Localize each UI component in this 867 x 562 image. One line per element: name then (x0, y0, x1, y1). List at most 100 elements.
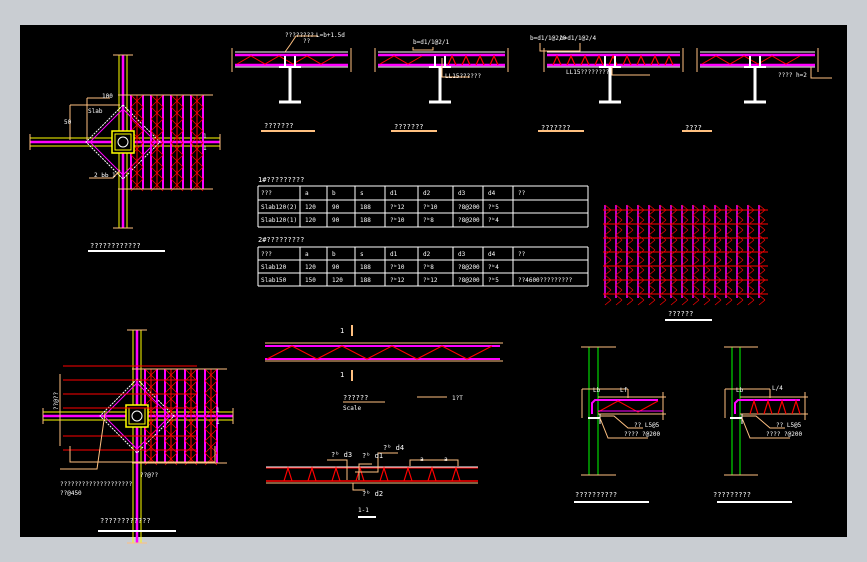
elevation-subtitle: Scale (343, 405, 361, 412)
detail-note: b=d1/1@2/1 (413, 39, 450, 46)
table-cell: 90 (332, 204, 340, 211)
table-header: a (305, 251, 309, 258)
section-mark: 1 (203, 145, 207, 152)
section-title: 1-1 (358, 507, 369, 514)
table-cell: 90 (332, 217, 340, 224)
table-cell: ?ᵇ5 (488, 204, 499, 211)
rebar-label-d2: ?ᵇ d2 (362, 490, 383, 498)
rebar-label-d3: ?ᵇ d3 (331, 451, 352, 459)
detail-title: ??????? (264, 122, 294, 130)
table-cell: ?ᵇ10 (423, 204, 438, 211)
section-mark: 1 (216, 407, 220, 414)
table-header: d1 (390, 190, 398, 197)
plan-note: ???????????????????? (60, 481, 133, 488)
dimension-text: Lb (593, 387, 601, 394)
cad-drawing: ???????? L=b+1.5d ?? ??????? b=d1/1@2/1 … (0, 0, 867, 562)
table-header: s (360, 251, 364, 258)
table-cell: ?ᵇ5 (488, 277, 499, 284)
detail-note: ???? h=2 (778, 72, 807, 79)
table-header: b (332, 251, 336, 258)
section-mark: 1 (340, 371, 344, 379)
table-cell: Slab120(1) (261, 217, 297, 224)
dimension-text: ??@?? (140, 472, 158, 479)
table-cell: ?ᵇ12 (390, 204, 405, 211)
dimension-text: 100 (102, 93, 113, 100)
dimension-text: Lf (620, 387, 628, 394)
table-header: ??? (261, 251, 272, 258)
table-header: b (332, 190, 336, 197)
table-cell: 120 (305, 204, 316, 211)
plan-title: ???????????? (100, 517, 151, 525)
detail-note: LL15???????? (566, 69, 610, 76)
plan-note: ??@450 (60, 490, 82, 497)
elevation-title: ?????? (343, 394, 368, 402)
table-cell: 120 (305, 264, 316, 271)
table-header: d4 (488, 251, 496, 258)
table-cell: 188 (360, 277, 371, 284)
detail-note: ???? ?@200 (624, 431, 661, 438)
detail-title: ??????? (394, 123, 424, 131)
table-cell: ?ᵇ4 (488, 217, 499, 224)
table-cell: Slab120(2) (261, 204, 297, 211)
table-header: d1 (390, 251, 398, 258)
table-cell: 150 (305, 277, 316, 284)
truss-grid-title: ?????? (668, 310, 693, 318)
table-cell: Slab120 (261, 264, 287, 271)
legend-text: 1?T (452, 395, 463, 402)
detail-note: ???? ?@200 (766, 431, 803, 438)
table-cell: ?8@200 (458, 204, 480, 211)
table-cell: ?8@200 (458, 264, 480, 271)
table-cell: 120 (305, 217, 316, 224)
table-header: ??? (261, 190, 272, 197)
detail-note: ?? L5@5 (634, 422, 660, 429)
slab-label: Slab (88, 108, 103, 115)
table-cell: ?ᵇ10 (390, 217, 405, 224)
section-mark: 1 (203, 133, 207, 140)
table-cell: 120 (332, 277, 343, 284)
table-title: 1#????????? (258, 176, 304, 184)
table-cell: ??4600????????? (518, 277, 573, 284)
table-cell: 188 (360, 204, 371, 211)
table-header: d2 (423, 190, 431, 197)
table-cell: 90 (332, 264, 340, 271)
table-title: 2#????????? (258, 236, 304, 244)
bar-label: 2 ЬЬ 1 (94, 172, 116, 179)
dimension-text: a (444, 456, 448, 463)
table-header: d3 (458, 251, 466, 258)
table-cell: ?8@200 (458, 217, 480, 224)
detail-title: ?????????? (575, 491, 617, 499)
detail-note: b=d1/1@2/4 (560, 35, 597, 42)
dimension-text: L/4 (772, 385, 783, 392)
table-cell: ?ᵇ12 (423, 277, 438, 284)
table-cell: ?8@200 (458, 277, 480, 284)
table-cell: 188 (360, 264, 371, 271)
table-cell: 188 (360, 217, 371, 224)
detail-note: LL15?????? (445, 73, 482, 80)
detail-note: ?? L5@5 (776, 422, 802, 429)
table-cell: ?ᵇ8 (423, 217, 434, 224)
dimension-text: ??@?? (53, 392, 60, 410)
rebar-label-d1: ?ᵇ d1 (362, 452, 383, 460)
plan-title: ???????????? (90, 242, 141, 250)
table-header: s (360, 190, 364, 197)
dimension-text: a (420, 456, 424, 463)
detail-note: L=b+1.5d (316, 32, 345, 39)
section-mark: 1 (340, 327, 344, 335)
table-header: ?? (518, 190, 526, 197)
table-header: a (305, 190, 309, 197)
detail-note: ?? (303, 38, 311, 45)
table-cell: ?ᵇ8 (423, 264, 434, 271)
table-header: ?? (518, 251, 526, 258)
detail-title: ????????? (713, 491, 751, 499)
detail-title: ??????? (541, 124, 571, 132)
table-cell: ?ᵇ12 (390, 277, 405, 284)
table-cell: Slab150 (261, 277, 287, 284)
table-cell: ?ᵇ10 (390, 264, 405, 271)
dimension-text: 50 (64, 119, 72, 126)
dimension-text: Lb (736, 387, 744, 394)
table-header: d3 (458, 190, 466, 197)
table-header: d2 (423, 251, 431, 258)
table-cell: ?ᵇ4 (488, 264, 499, 271)
section-mark: 1 (216, 419, 220, 426)
detail-title: ???? (685, 124, 702, 132)
